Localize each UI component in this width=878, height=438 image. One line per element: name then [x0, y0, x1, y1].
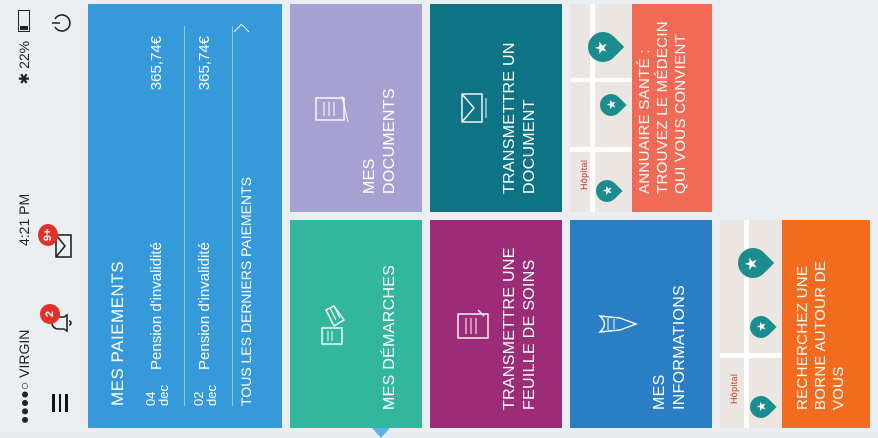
map-thumbnail: Hôpital — [570, 4, 632, 212]
send-document-icon — [461, 93, 487, 123]
payments-title: MES PAIEMENTS — [108, 260, 127, 406]
all-payments-link[interactable]: TOUS LES DERNIERS PAIEMENTS — [238, 177, 254, 406]
scroll-indicator — [372, 428, 390, 438]
battery-percent: 22% — [16, 40, 32, 69]
tile-transmettre-feuille-soins[interactable]: TRANSMETTRE UNE FEUILLE DE SOINS — [430, 220, 562, 428]
payments-panel[interactable]: MES PAIEMENTS 04 dec Pension d'invalidité… — [88, 4, 282, 428]
tile-mes-informations[interactable]: MES INFORMATIONS — [570, 220, 712, 428]
tile-label: MES INFORMATIONS — [651, 284, 688, 410]
map-pin-icon — [591, 175, 623, 207]
map-pin-icon — [745, 391, 777, 423]
tile-annuaire-sante[interactable]: Hôpital ANNUAIRE SANTÉ :TROUVEZ LE MÉDEC… — [570, 4, 712, 212]
status-bar: ●●●●○ VIRGIN 4:21 PM ✱ 22% — [0, 0, 44, 432]
app-header: 2 9+ — [38, 0, 86, 432]
tile-transmettre-document[interactable]: TRANSMETTRE UN DOCUMENT — [430, 4, 562, 212]
notifications-button[interactable]: 2 — [40, 304, 74, 336]
screen: ●●●●○ VIRGIN 4:21 PM ✱ 22% 2 9+ MES PAIE… — [0, 0, 878, 438]
clock: 4:21 PM — [16, 193, 32, 246]
payment-amount: 365,74€ — [148, 36, 165, 91]
tile-label: MES DÉMARCHES — [381, 264, 398, 410]
chevron-right-icon — [233, 23, 250, 40]
payment-label: Pension d'invalidité — [148, 242, 165, 370]
hospital-label: Hôpital — [579, 159, 589, 190]
map-pin-icon — [595, 89, 627, 121]
messages-badge: 9+ — [38, 224, 58, 246]
tile-label: TRANSMETTRE UNE FEUILLE DE SOINS — [501, 247, 538, 410]
tile-recherche-borne[interactable]: Hôpital RECHERCHEZ UNEBORNE AUTOUR DEVOU… — [720, 220, 870, 428]
payment-row[interactable]: 04 dec Pension d'invalidité 365,74€ — [140, 26, 185, 406]
battery-status: ✱ 22% — [16, 10, 33, 85]
tile-label: TRANSMETTRE UN DOCUMENT — [501, 42, 538, 194]
payment-date: 04 dec — [143, 385, 171, 406]
payment-amount: 365,74€ — [196, 36, 213, 91]
map-pin-icon — [581, 25, 625, 69]
tile-label: ANNUAIRE SANTÉ : TROUVEZ LE MÉDECIN QUI VO… — [636, 21, 689, 194]
battery-icon — [18, 10, 30, 32]
payment-date: 02 dec — [191, 385, 219, 406]
map-pin-icon — [731, 241, 775, 285]
carrier-label: ●●●●○ VIRGIN — [16, 329, 32, 424]
hand-document-icon — [321, 305, 346, 345]
hospital-label: Hôpital — [729, 373, 739, 404]
payment-row[interactable]: 02 dec Pension d'invalidité 365,74€ — [188, 26, 233, 406]
payment-label: Pension d'invalidité — [196, 242, 213, 370]
notifications-badge: 2 — [40, 304, 60, 324]
care-sheet-icon — [457, 309, 489, 339]
app-rotated: ●●●●○ VIRGIN 4:21 PM ✱ 22% 2 9+ MES PAIE… — [0, 0, 878, 438]
tile-mes-documents[interactable]: MES DOCUMENTS — [290, 4, 422, 212]
map-pin-icon — [745, 311, 777, 343]
tile-label: RECHERCHEZ UNE BORNE AUTOUR DE VOUS — [794, 260, 847, 410]
power-icon — [52, 14, 71, 32]
bluetooth-icon: ✱ — [16, 72, 32, 85]
logout-button[interactable] — [50, 12, 72, 34]
documents-icon — [315, 95, 349, 123]
tile-mes-demarches[interactable]: MES DÉMARCHES — [290, 220, 422, 428]
profile-icon — [598, 315, 638, 333]
map-thumbnail: Hôpital — [720, 220, 782, 428]
menu-icon[interactable] — [52, 394, 68, 412]
tile-label: MES DOCUMENTS — [361, 88, 398, 194]
messages-button[interactable]: 9+ — [38, 224, 76, 260]
